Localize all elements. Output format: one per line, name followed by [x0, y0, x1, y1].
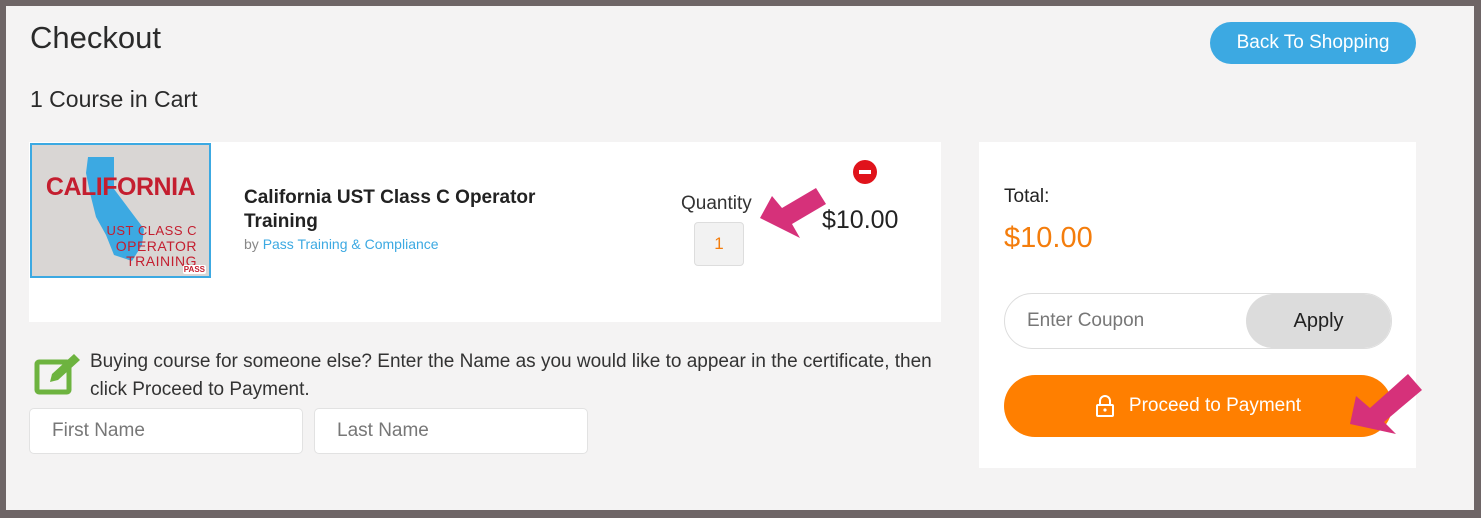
back-to-shopping-button[interactable]: Back To Shopping	[1210, 22, 1416, 64]
provider-prefix: by	[244, 236, 259, 252]
thumbnail-title: CALIFORNIA	[45, 173, 196, 201]
apply-coupon-button[interactable]: Apply	[1246, 294, 1391, 348]
course-thumbnail[interactable]: CALIFORNIA UST CLASS C OPERATOR TRAINING…	[30, 143, 211, 278]
lock-icon	[1095, 395, 1114, 417]
arrow-icon	[1350, 374, 1422, 434]
page-title: Checkout	[30, 20, 161, 55]
total-value: $10.00	[1004, 222, 1093, 254]
last-name-input[interactable]	[314, 408, 588, 454]
proceed-to-payment-button[interactable]: Proceed to Payment	[1004, 375, 1392, 437]
pass-logo: PASS	[182, 265, 206, 274]
coupon-input[interactable]	[1005, 294, 1249, 348]
course-provider-line: by Pass Training & Compliance	[244, 236, 439, 252]
thumbnail-line-3: OPERATOR	[115, 238, 197, 254]
first-name-input[interactable]	[29, 408, 303, 454]
cart-count-heading: 1 Course in Cart	[30, 86, 198, 112]
gift-note-text: Buying course for someone else? Enter th…	[90, 351, 932, 400]
remove-icon[interactable]	[853, 160, 877, 184]
quantity-label: Quantity	[681, 193, 752, 214]
arrow-icon	[760, 188, 826, 238]
provider-link[interactable]: Pass Training & Compliance	[263, 236, 439, 252]
coupon-group: Apply	[1004, 293, 1392, 349]
thumbnail-line-2: UST CLASS C	[106, 223, 197, 238]
total-label: Total:	[1004, 186, 1050, 207]
course-name[interactable]: California UST Class C Operator Training	[244, 186, 564, 234]
edit-icon	[34, 354, 80, 395]
quantity-field[interactable]: 1	[694, 222, 744, 266]
checkout-page: Checkout Back To Shopping 1 Course in Ca…	[6, 6, 1474, 510]
proceed-to-payment-label: Proceed to Payment	[1128, 395, 1302, 416]
